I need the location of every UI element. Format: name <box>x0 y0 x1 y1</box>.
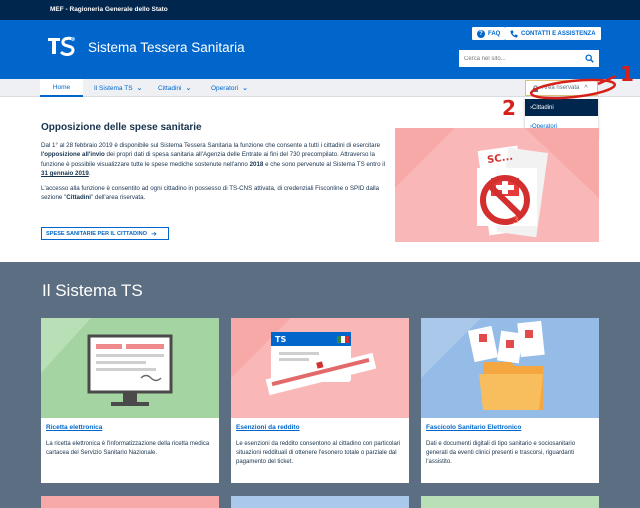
nav-sistema-ts-label: Il Sistema TS <box>94 84 133 92</box>
nav-cittadini-label: Cittadini <box>158 84 182 92</box>
cta-label: SPESE SANITARIE PER IL CITTADINO <box>46 230 148 237</box>
lock-icon <box>533 85 538 92</box>
search-icon <box>584 54 594 63</box>
card-text: Dati e documenti digitali di tipo sanita… <box>426 441 576 465</box>
org-name: MEF - Ragioneria Generale dello Stato <box>50 6 168 13</box>
faq-label: FAQ <box>488 30 501 37</box>
card-ricetta-elettronica[interactable]: Ricetta elettronica La ricetta elettroni… <box>41 318 219 483</box>
menu-item-cittadini[interactable]: › Cittadini <box>525 99 598 116</box>
card-peek <box>231 496 409 508</box>
question-icon: ? <box>477 29 485 38</box>
hero-text-bold: 2018 <box>249 160 264 168</box>
hero-text-date: 31 gennaio 2019 <box>41 169 89 177</box>
card-text: La ricetta elettronica è l'informatizzaz… <box>46 441 210 456</box>
hero-text: " dell'area riservata. <box>91 194 146 202</box>
monitor-icon <box>41 318 219 418</box>
annotation-number-2: 2 <box>502 96 516 120</box>
hero-paragraph-2: L'accesso alla funzione è consentito ad … <box>41 184 386 203</box>
nav-home-label: Home <box>52 83 71 91</box>
hero-text: e che sono pervenute al Sistema TS entro… <box>263 160 386 168</box>
receipts-illustration: SC... 3 <box>395 128 599 242</box>
card-image: TS <box>231 318 409 418</box>
faq-button[interactable]: ? FAQ <box>472 27 506 40</box>
top-bar: MEF - Ragioneria Generale dello Stato <box>0 0 640 20</box>
card-title[interactable]: Ricetta elettronica <box>46 424 102 431</box>
hero-text: Dal 1° al 28 febbraio 2019 è disponibile… <box>41 142 381 149</box>
card-image <box>41 318 219 418</box>
hero-text: . <box>88 169 91 177</box>
card-peek <box>421 496 599 508</box>
nav-cittadini[interactable]: Cittadini ⌄ <box>158 79 191 97</box>
card-esenzioni-reddito[interactable]: TS Esenzioni da reddito Le esenzioni da … <box>231 318 409 483</box>
search-input[interactable] <box>459 50 579 67</box>
card-title[interactable]: Fascicolo Sanitario Elettronico <box>426 424 521 431</box>
hero-title: Opposizione delle spese sanitarie <box>41 122 202 133</box>
contacts-label: CONTATTI E ASSISTENZA <box>521 30 596 37</box>
card-title[interactable]: Esenzioni da reddito <box>236 424 300 431</box>
card-peek <box>41 496 219 508</box>
card-text: Le esenzioni da reddito consentono al ci… <box>236 441 401 465</box>
chevron-down-icon: ⌄ <box>242 85 248 92</box>
spese-sanitarie-button[interactable]: SPESE SANITARIE PER IL CITTADINO ➔ <box>41 227 169 240</box>
arrow-right-icon: ➔ <box>151 230 157 238</box>
phone-icon <box>510 30 518 37</box>
annotation-number-1: 1 <box>620 62 634 86</box>
hero-illustration: SC... 3 <box>395 128 599 242</box>
chevron-up-icon: ^ <box>584 84 588 92</box>
folder-icon <box>421 318 599 418</box>
area-riservata-label: Area riservata <box>542 85 580 91</box>
header: Sistema Tessera Sanitaria ? FAQ CONTATTI… <box>0 20 640 79</box>
contacts-button[interactable]: CONTATTI E ASSISTENZA <box>505 27 601 40</box>
hero-paragraph-1: Dal 1° al 28 febbraio 2019 è disponibile… <box>41 141 386 178</box>
area-riservata-button[interactable]: Area riservata ^ <box>525 80 598 96</box>
nav-home[interactable]: Home <box>40 79 83 97</box>
section-title: Il Sistema TS <box>42 281 143 300</box>
health-card-icon: TS <box>231 318 409 418</box>
hero-text-bold: Cittadini <box>66 194 91 202</box>
search-box <box>459 50 599 67</box>
nav-operatori-label: Operatori <box>211 84 239 92</box>
receipt-number: 3 <box>513 216 519 226</box>
hero-text-bold: l'opposizione all'invio <box>41 151 105 159</box>
card-fascicolo-sanitario[interactable]: Fascicolo Sanitario Elettronico Dati e d… <box>421 318 599 483</box>
nav-operatori[interactable]: Operatori ⌄ <box>211 79 248 97</box>
card-image <box>421 318 599 418</box>
chevron-down-icon: ⌄ <box>185 85 192 92</box>
nav-sistema-ts[interactable]: Il Sistema TS ⌄ <box>94 79 142 97</box>
ts-logo[interactable] <box>46 34 78 58</box>
chevron-down-icon: ⌄ <box>136 85 143 92</box>
search-button[interactable] <box>579 50 599 67</box>
svg-text:TS: TS <box>275 335 286 344</box>
site-title[interactable]: Sistema Tessera Sanitaria <box>88 40 245 55</box>
menu-item-cittadini-label: Cittadini <box>532 104 554 111</box>
